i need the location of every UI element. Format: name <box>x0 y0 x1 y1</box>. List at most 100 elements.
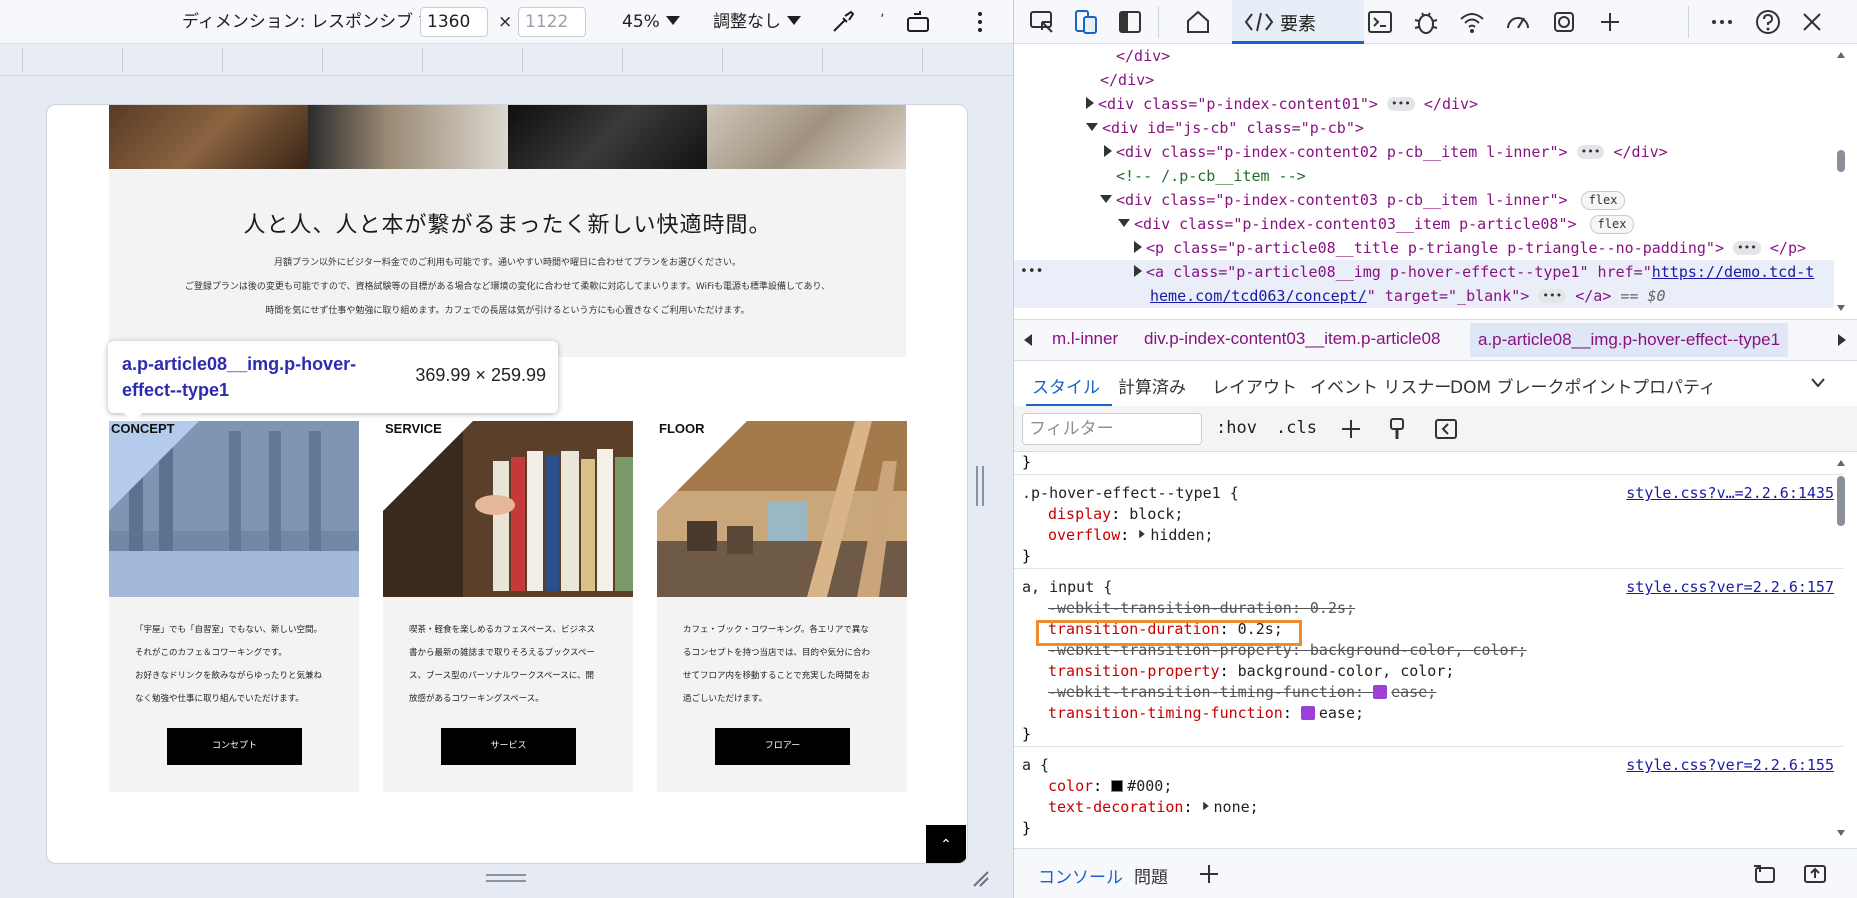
expand-arrow-icon[interactable] <box>1134 265 1142 277</box>
css-declaration[interactable]: display: block; <box>1048 504 1183 525</box>
ellipsis-badge[interactable]: ••• <box>1733 241 1761 255</box>
dom-node[interactable]: <p class="p-article08__title p-triangle … <box>1134 236 1806 260</box>
tab-computed[interactable]: 計算済み <box>1118 373 1186 398</box>
chevron-down-icon[interactable] <box>1810 377 1826 389</box>
concept-image-link[interactable]: CONCEPT <box>109 421 359 597</box>
performance-icon[interactable] <box>1504 8 1532 36</box>
tab-event-listeners[interactable]: イベント リスナー <box>1310 373 1451 398</box>
dom-comment[interactable]: <!-- /.p-cb__item --> <box>1116 164 1306 188</box>
floor-image-link[interactable]: FLOOR <box>657 421 907 597</box>
add-panel-icon[interactable] <box>1596 8 1624 36</box>
new-style-rule-icon[interactable] <box>1340 418 1362 440</box>
service-image-link[interactable]: SERVICE <box>383 421 633 597</box>
expand-arrow-icon[interactable] <box>1139 529 1146 539</box>
throttle-dropdown[interactable]: 調整なし <box>713 9 801 35</box>
dimension-dropdown[interactable]: ディメンション: レスポンシブ <box>182 9 433 35</box>
resize-handle-bottom[interactable] <box>486 874 526 882</box>
tab-console[interactable]: コンソール <box>1038 863 1123 888</box>
breadcrumb-left-arrow-icon[interactable] <box>1022 333 1034 347</box>
tab-properties[interactable]: プロパティ <box>1632 373 1716 398</box>
more-tools-icon[interactable] <box>1708 8 1736 36</box>
paint-brush-icon[interactable] <box>1386 417 1408 441</box>
tab-issues[interactable]: 問題 <box>1134 863 1168 888</box>
dom-node[interactable]: </div> <box>1116 44 1170 68</box>
collapse-arrow-icon[interactable] <box>1086 123 1098 131</box>
css-declaration[interactable]: text-decoration: none; <box>1048 797 1259 818</box>
media-query-ruler[interactable] <box>0 44 1014 76</box>
breadcrumb-item[interactable]: m.l-inner <box>1052 329 1118 349</box>
rule-selector[interactable]: .p-hover-effect--type1 { <box>1022 483 1239 504</box>
easing-editor-icon[interactable] <box>1300 706 1315 720</box>
service-button[interactable]: サービス <box>441 728 576 765</box>
expand-arrow-icon[interactable] <box>1086 97 1094 109</box>
color-swatch[interactable] <box>1111 780 1124 792</box>
css-declaration[interactable]: transition-timing-function: ease; <box>1048 703 1364 724</box>
hov-toggle[interactable]: :hov <box>1216 418 1257 438</box>
toggle-computed-sidebar-icon[interactable] <box>1434 418 1458 440</box>
help-icon[interactable] <box>1754 8 1782 36</box>
home-icon[interactable] <box>1184 8 1212 36</box>
filter-input[interactable]: フィルター <box>1022 413 1202 445</box>
flex-badge[interactable]: flex <box>1580 191 1626 210</box>
device-toolbar-icon[interactable] <box>1072 8 1100 36</box>
rule-selector[interactable]: a, input { <box>1022 577 1112 598</box>
height-input[interactable]: 1122 <box>518 7 586 37</box>
zoom-dropdown[interactable]: 45% <box>622 9 680 35</box>
expand-arrow-icon[interactable] <box>1202 801 1209 811</box>
sidebar-toggle-icon[interactable] <box>1116 8 1144 36</box>
collapse-arrow-icon[interactable] <box>1100 195 1112 203</box>
dock-drawer-icon[interactable] <box>1752 862 1778 886</box>
rule-selector[interactable]: a { <box>1022 755 1049 776</box>
tab-layout[interactable]: レイアウト <box>1212 373 1297 398</box>
css-declaration[interactable]: color: #000; <box>1048 776 1172 797</box>
ellipsis-badge[interactable]: ••• <box>1387 97 1415 111</box>
css-declaration[interactable]: transition-property: background-color, c… <box>1048 661 1454 682</box>
cls-toggle[interactable]: .cls <box>1276 418 1317 438</box>
css-declaration[interactable]: overflow: hidden; <box>1048 525 1214 546</box>
collapse-arrow-icon[interactable] <box>1118 219 1130 227</box>
more-options-icon[interactable] <box>970 9 990 35</box>
tab-dom-breakpoints[interactable]: DOM ブレークポイント <box>1450 373 1633 398</box>
add-drawer-tab-icon[interactable] <box>1198 863 1220 885</box>
expand-arrow-icon[interactable] <box>1104 145 1112 157</box>
css-declaration-overridden[interactable]: -webkit-transition-duration: 0.2s; <box>1048 598 1355 619</box>
tab-styles[interactable]: スタイル <box>1032 373 1100 398</box>
selected-node-menu[interactable]: ••• <box>1020 260 1043 284</box>
breadcrumb-right-arrow-icon[interactable] <box>1836 333 1848 347</box>
scroll-top-button[interactable]: ⌃ <box>926 825 966 863</box>
dom-node[interactable]: <div class="p-index-content03 p-cb__item… <box>1100 188 1626 212</box>
dom-node[interactable]: <div class="p-index-content02 p-cb__item… <box>1104 140 1668 164</box>
concept-button[interactable]: コンセプト <box>167 728 302 765</box>
resize-corner-icon[interactable] <box>970 868 990 888</box>
rule-source-link[interactable]: style.css?ver=2.2.6:155 <box>1626 755 1834 776</box>
bug-icon[interactable] <box>1412 8 1440 36</box>
ellipsis-badge[interactable]: ••• <box>1576 145 1605 159</box>
expand-arrow-icon[interactable] <box>1134 241 1142 253</box>
rule-source-link[interactable]: style.css?v…=2.2.6:1435 <box>1626 483 1834 504</box>
css-declaration-overridden[interactable]: -webkit-transition-timing-function: ease… <box>1048 682 1436 703</box>
dom-node[interactable]: <div class="p-index-content03__item p-ar… <box>1118 212 1635 236</box>
resize-handle-right[interactable] <box>976 466 984 506</box>
tab-elements[interactable]: 要素 <box>1232 0 1364 44</box>
close-icon[interactable] <box>1798 8 1826 36</box>
ellipsis-badge[interactable]: ••• <box>1538 289 1567 303</box>
styles-scrollbar[interactable] <box>1834 452 1848 844</box>
device-rotate-icon[interactable] <box>905 9 933 35</box>
dom-node[interactable]: <div class="p-index-content01"> ••• </di… <box>1086 92 1478 116</box>
settings-gear-icon[interactable] <box>1550 8 1578 36</box>
dom-node-selected[interactable]: ••• <a class="p-article08__img p-hover-e… <box>1014 260 1834 308</box>
floor-button[interactable]: フロアー <box>715 728 850 765</box>
flex-badge[interactable]: flex <box>1589 215 1635 234</box>
breadcrumb-item-active[interactable]: a.p-article08__img.p-hover-effect--type1 <box>1470 323 1789 357</box>
rule-source-link[interactable]: style.css?ver=2.2.6:157 <box>1626 577 1834 598</box>
dom-node[interactable]: <div id="js-cb" class="p-cb"> <box>1086 116 1364 140</box>
network-wifi-icon[interactable] <box>1458 8 1486 36</box>
close-drawer-icon[interactable] <box>1802 862 1828 886</box>
dom-node[interactable]: </div> <box>1100 68 1154 92</box>
dom-tree-scrollbar[interactable] <box>1834 44 1848 319</box>
console-icon[interactable] <box>1366 8 1394 36</box>
width-input[interactable]: 1360 <box>420 7 488 37</box>
inspect-element-icon[interactable] <box>1028 8 1056 36</box>
breadcrumb-item[interactable]: div.p-index-content03__item.p-article08 <box>1144 329 1440 349</box>
easing-editor-icon[interactable] <box>1373 685 1388 699</box>
